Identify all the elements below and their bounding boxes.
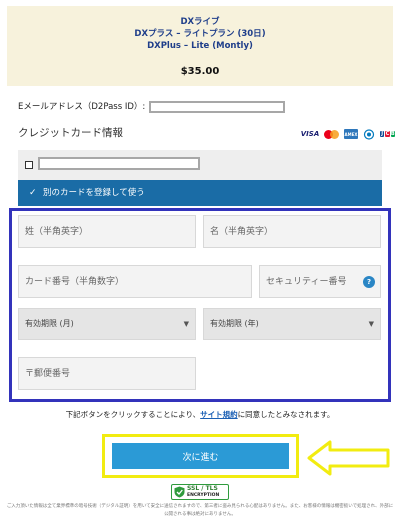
last-name-placeholder: 姓（半角英字） bbox=[25, 226, 89, 237]
expiry-month-select[interactable]: 有効期限 (月) ▼ bbox=[18, 308, 196, 340]
email-label: Eメールアドレス（D2Pass ID）: bbox=[18, 102, 146, 112]
expiry-month-value: 有効期限 (月) bbox=[25, 319, 74, 328]
plan-summary: DXライブ DXプラス – ライトプラン (30日) DXPlus – Lite… bbox=[7, 6, 393, 86]
plan-name-en: DXPlus – Lite (Montly) bbox=[147, 41, 253, 51]
security-code-input[interactable]: セキュリティー番号 ? bbox=[259, 265, 381, 298]
card-number-placeholder: カード番号（半角数字） bbox=[25, 276, 125, 287]
diners-logo-icon bbox=[362, 128, 376, 140]
first-name-placeholder: 名（半角英字） bbox=[210, 226, 274, 237]
last-name-input[interactable]: 姓（半角英字） bbox=[18, 215, 196, 248]
checkmark-icon: ✓ bbox=[29, 188, 37, 198]
jcb-logo-icon: JCB bbox=[380, 131, 395, 137]
use-new-card-option[interactable]: ✓ 別のカードを登録して使う bbox=[18, 180, 382, 206]
postal-code-placeholder: 〒郵便番号 bbox=[25, 368, 71, 379]
plan-price: $35.00 bbox=[180, 66, 220, 77]
expiry-year-select[interactable]: 有効期限 (年) ▼ bbox=[203, 308, 381, 340]
card-number-input[interactable]: カード番号（半角数字） bbox=[18, 265, 252, 298]
mastercard-logo-icon bbox=[323, 129, 340, 140]
terms-agreement-text: 下記ボタンをクリックすることにより、サイト規約に同意したとみなされます。 bbox=[0, 409, 400, 420]
next-button[interactable]: 次に進む bbox=[112, 443, 289, 469]
terms-link[interactable]: サイト規約 bbox=[200, 410, 238, 419]
help-icon[interactable]: ? bbox=[363, 275, 375, 288]
credit-card-heading: クレジットカード情報 bbox=[18, 127, 123, 139]
saved-card-option[interactable] bbox=[18, 150, 382, 180]
visa-logo-icon: VISA bbox=[300, 130, 320, 138]
postal-code-input[interactable]: 〒郵便番号 bbox=[18, 357, 196, 390]
submit-highlight-frame: 次に進む bbox=[102, 434, 299, 478]
saved-card-number-redacted bbox=[38, 157, 200, 170]
pointing-arrow-icon bbox=[307, 440, 390, 476]
ssl-encryption-badge: SSL / TLS ENCRYPTION bbox=[171, 484, 229, 500]
dropdown-arrow-icon: ▼ bbox=[183, 320, 189, 328]
security-code-placeholder: セキュリティー番号 bbox=[266, 276, 347, 287]
ssl-subtitle: ENCRYPTION bbox=[187, 493, 220, 498]
saved-card-checkbox[interactable] bbox=[25, 161, 33, 169]
use-new-card-label: 別のカードを登録して使う bbox=[43, 188, 145, 198]
plan-name-ja: DXプラス – ライトプラン (30日) bbox=[134, 29, 266, 39]
plan-service-name: DXライブ bbox=[180, 17, 220, 27]
dropdown-arrow-icon: ▼ bbox=[368, 320, 374, 328]
amex-logo-icon: AMEX bbox=[344, 129, 358, 139]
expiry-year-value: 有効期限 (年) bbox=[210, 319, 259, 328]
card-brand-logos: VISA AMEX JCB bbox=[301, 128, 395, 140]
agreement-prefix: 下記ボタンをクリックすることにより、 bbox=[65, 410, 201, 419]
email-value-redacted bbox=[149, 101, 285, 113]
security-footnote: ご入力頂いた情報は全て業界標準の暗号技術（デジタル証明）を用いて安全に送信されま… bbox=[6, 504, 394, 517]
first-name-input[interactable]: 名（半角英字） bbox=[203, 215, 381, 248]
shield-check-icon bbox=[174, 486, 185, 498]
agreement-suffix: に同意したとみなされます。 bbox=[237, 410, 335, 419]
